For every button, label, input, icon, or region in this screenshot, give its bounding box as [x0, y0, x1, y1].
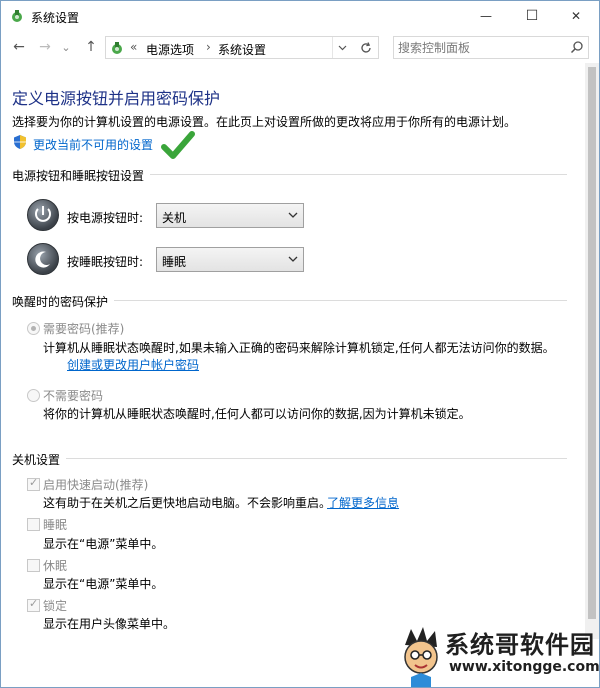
require-password-radio[interactable]: [27, 322, 40, 335]
up-arrow-icon: ↑: [85, 39, 97, 55]
breadcrumb-overflow[interactable]: «: [130, 40, 137, 54]
close-button[interactable]: ✕: [553, 1, 599, 31]
control-panel-icon: [112, 42, 122, 54]
back-arrow-icon: ←: [13, 39, 25, 55]
maximize-icon: ☐: [525, 8, 539, 24]
fast-startup-label: 启用快速启动(推荐): [43, 478, 149, 492]
change-unavailable-settings-link[interactable]: 更改当前不可用的设置: [33, 136, 153, 153]
lock-option-description: 显示在用户头像菜单中。: [43, 617, 176, 631]
sleep-option-description: 显示在“电源”菜单中。: [43, 537, 164, 551]
recent-locations-button[interactable]: ⌄: [59, 37, 73, 57]
hibernate-option-description: 显示在“电源”菜单中。: [43, 577, 164, 591]
power-button-icon: [27, 199, 59, 231]
content-pane: 定义电源按钮并启用密码保护 选择要为你的计算机设置的电源设置。在此页上对设置所做…: [1, 63, 585, 685]
power-button-label: 按电源按钮时:: [67, 211, 144, 225]
create-password-link[interactable]: 创建或更改用户帐户密码: [67, 356, 199, 373]
breadcrumb-system-settings[interactable]: 系统设置: [218, 41, 266, 58]
refresh-button[interactable]: [355, 37, 377, 58]
up-button[interactable]: ↑: [81, 37, 101, 57]
navigation-bar: ← → ⌄ ↑ « 电源选项 › 系统设置: [1, 31, 599, 63]
no-password-radio[interactable]: [27, 389, 40, 402]
lock-checkbox[interactable]: [27, 597, 40, 612]
fast-startup-checkbox[interactable]: [27, 476, 40, 491]
power-icon: [35, 206, 51, 222]
chevron-down-icon: [288, 212, 298, 218]
hibernate-option-label: 休眠: [43, 559, 68, 573]
forward-arrow-icon: →: [39, 39, 51, 55]
breadcrumb-power-options[interactable]: 电源选项: [146, 41, 194, 58]
close-icon: ✕: [570, 9, 582, 23]
section-title-wake-password: 唤醒时的密码保护: [12, 293, 115, 310]
settings-window: 系统设置 — ☐ ✕ ← → ⌄ ↑ « 电源选项 › 系统设置 搜索控制面板 …: [0, 0, 600, 688]
search-icon[interactable]: [570, 40, 584, 54]
power-button-value: 关机: [162, 211, 187, 225]
section-title-power-buttons: 电源按钮和睡眠按钮设置: [12, 167, 151, 184]
uac-shield-icon: [14, 135, 26, 149]
refresh-icon: [361, 41, 371, 53]
chevron-down-icon: [288, 256, 298, 262]
sleep-button-select[interactable]: 睡眠: [156, 247, 304, 272]
sleep-button-icon: [27, 243, 59, 275]
address-bar[interactable]: « 电源选项 › 系统设置: [105, 36, 379, 59]
learn-more-link[interactable]: 了解更多信息: [327, 494, 399, 511]
page-title: 定义电源按钮并启用密码保护: [12, 89, 221, 108]
section-divider: [12, 458, 567, 459]
page-description: 选择要为你的计算机设置的电源设置。在此页上对设置所做的更改将应用于你所有的电源计…: [12, 115, 517, 129]
watermark-name: 系统哥软件园: [445, 631, 595, 659]
sleep-option-label: 睡眠: [43, 518, 68, 532]
require-password-label: 需要密码(推荐): [43, 322, 125, 336]
lock-option-label: 锁定: [43, 599, 68, 613]
window-title: 系统设置: [31, 11, 80, 25]
back-button[interactable]: ←: [9, 37, 29, 57]
no-password-label: 不需要密码: [43, 389, 104, 403]
mascot-logo-icon: [404, 627, 438, 687]
sleep-checkbox[interactable]: [27, 518, 40, 531]
search-input[interactable]: [398, 39, 558, 56]
fast-startup-description: 这有助于在关机之后更快地启动电脑。不会影响重启。: [43, 496, 332, 510]
checkmark-icon: [161, 131, 195, 159]
control-panel-icon: [12, 10, 22, 22]
breadcrumb-separator: ›: [206, 40, 211, 54]
address-dropdown-button[interactable]: [332, 37, 352, 58]
vertical-scrollbar[interactable]: [585, 63, 599, 639]
chevron-down-icon: [338, 45, 347, 50]
search-box[interactable]: [393, 36, 589, 59]
title-bar: 系统设置 — ☐ ✕: [1, 1, 599, 31]
moon-icon: [35, 251, 50, 268]
forward-button[interactable]: →: [35, 37, 55, 57]
section-title-shutdown: 关机设置: [12, 451, 67, 468]
power-button-select[interactable]: 关机: [156, 203, 304, 228]
watermark-url: www.xitongge.com: [449, 659, 600, 675]
site-watermark: 系统哥软件园 www.xitongge.com: [397, 623, 600, 688]
chevron-down-icon: ⌄: [61, 40, 71, 54]
maximize-button[interactable]: ☐: [509, 1, 555, 31]
hibernate-checkbox[interactable]: [27, 559, 40, 572]
minimize-button[interactable]: —: [463, 1, 509, 31]
minimize-icon: —: [480, 9, 492, 23]
sleep-button-label: 按睡眠按钮时:: [67, 255, 144, 269]
require-password-description: 计算机从睡眠状态唤醒时,如果未输入正确的密码来解除计算机锁定,任何人都无法访问你…: [43, 341, 555, 355]
no-password-description: 将你的计算机从睡眠状态唤醒时,任何人都可以访问你的数据,因为计算机未锁定。: [43, 407, 471, 421]
sleep-button-value: 睡眠: [162, 255, 187, 269]
scrollbar-thumb[interactable]: [588, 67, 596, 619]
